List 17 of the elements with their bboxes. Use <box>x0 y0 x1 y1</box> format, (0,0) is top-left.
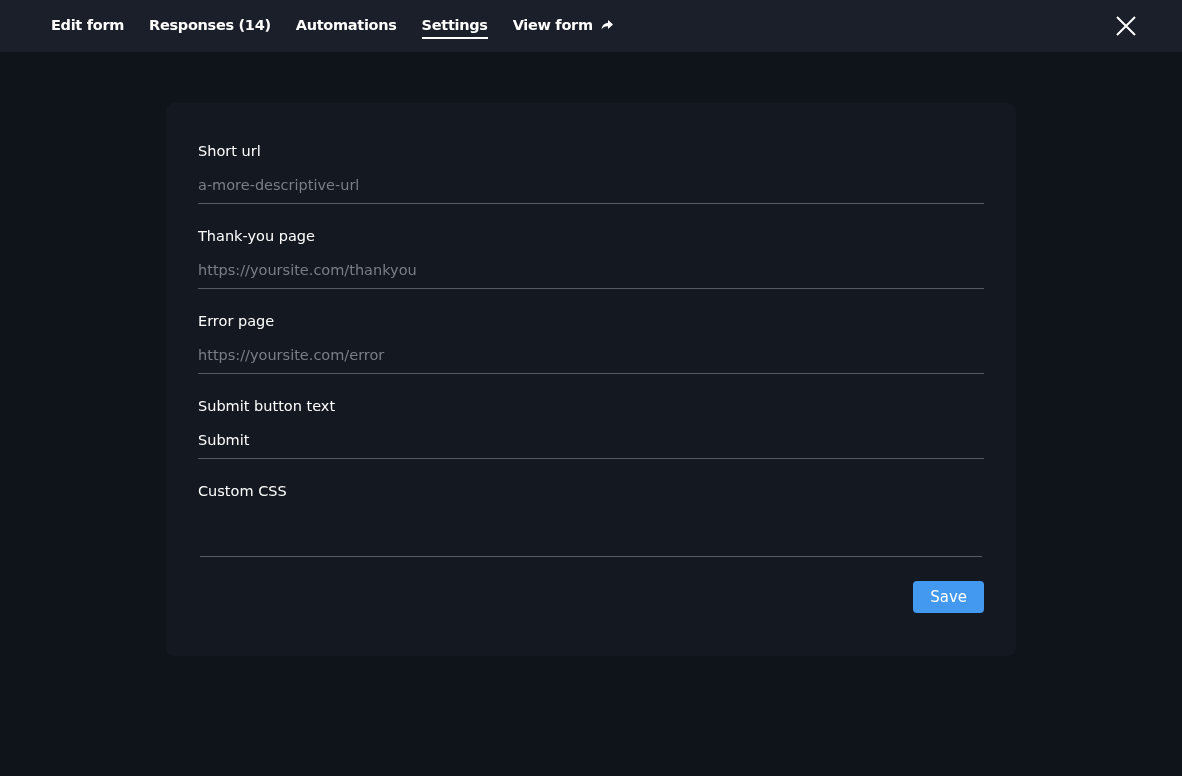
nav-tab[interactable]: Automations <box>295 13 397 39</box>
nav-tab[interactable]: Edit form <box>51 13 125 39</box>
close-button[interactable] <box>1114 14 1138 38</box>
field-label: Submit button text <box>198 398 337 414</box>
input-field[interactable]: https://yoursite.com/error <box>198 339 984 374</box>
input-field[interactable]: a-more-descriptive-url <box>198 169 984 204</box>
nav-tab[interactable]: Responses (14) <box>149 13 271 39</box>
field-label: Custom CSS <box>198 483 288 499</box>
field-label: Short url <box>198 143 262 159</box>
field-label: Thank-you page <box>198 228 316 244</box>
field-label: Error page <box>198 313 276 329</box>
nav-tab[interactable]: View form <box>512 13 613 39</box>
nav-tab[interactable]: Settings <box>421 13 488 39</box>
close-icon <box>1116 16 1136 36</box>
input-field[interactable]: Submit <box>198 424 984 459</box>
share-arrow-icon <box>600 20 613 30</box>
input-field[interactable]: https://yoursite.com/thankyou <box>198 254 984 289</box>
